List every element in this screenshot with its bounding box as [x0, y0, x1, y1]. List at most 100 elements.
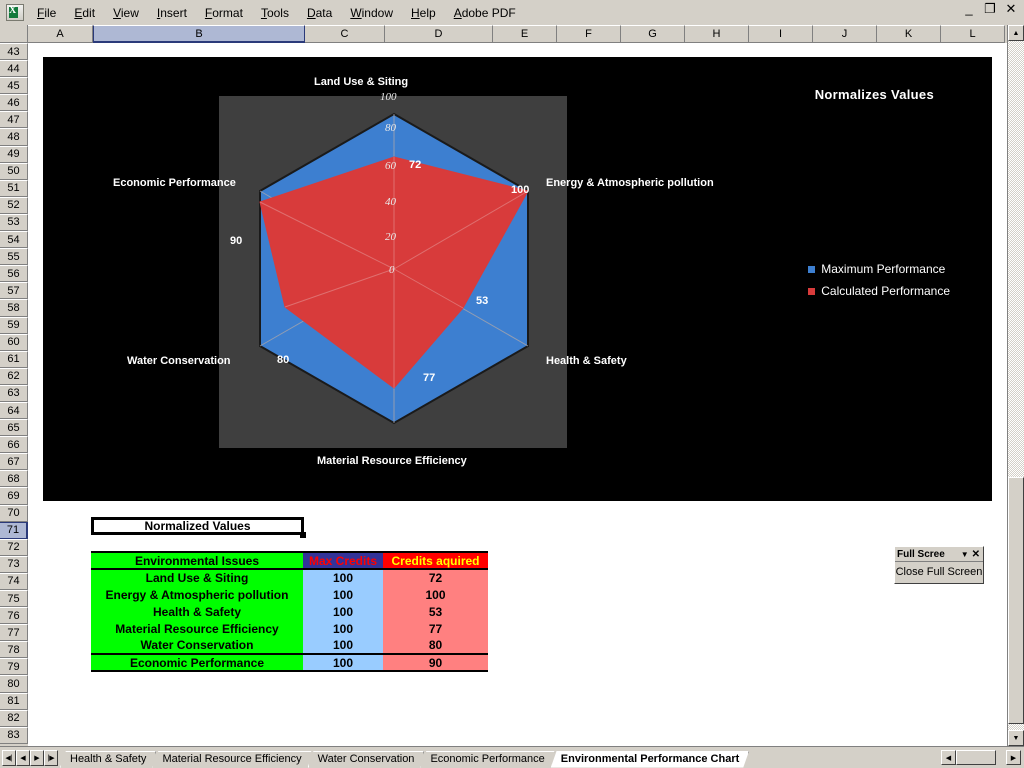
- row-header-83[interactable]: 83: [0, 726, 28, 744]
- first-sheet-icon[interactable]: ◀|: [2, 749, 16, 766]
- row-header-55[interactable]: 55: [0, 248, 28, 266]
- cell-issue[interactable]: Material Resource Efficiency: [91, 620, 303, 637]
- table-row[interactable]: Land Use & Siting 100 72: [91, 569, 488, 586]
- menu-item-insert[interactable]: Insert: [149, 3, 195, 23]
- row-header-58[interactable]: 58: [0, 299, 28, 317]
- menu-item-window[interactable]: Window: [342, 3, 401, 23]
- menu-item-adobe-pdf[interactable]: Adobe PDF: [446, 3, 524, 23]
- scroll-down-button[interactable]: ▼: [1008, 730, 1024, 746]
- cell-max[interactable]: 100: [303, 620, 383, 637]
- row-header-66[interactable]: 66: [0, 436, 28, 454]
- column-header-b[interactable]: B: [93, 25, 305, 43]
- row-header-54[interactable]: 54: [0, 231, 28, 249]
- row-header-67[interactable]: 67: [0, 453, 28, 471]
- row-header-81[interactable]: 81: [0, 692, 28, 710]
- chevron-down-icon[interactable]: ▼: [961, 550, 972, 559]
- cell-max[interactable]: 100: [303, 586, 383, 603]
- cell-acquired[interactable]: 77: [383, 620, 488, 637]
- row-header-56[interactable]: 56: [0, 265, 28, 283]
- row-header-49[interactable]: 49: [0, 145, 28, 163]
- legend-item-maximum-performance[interactable]: Maximum Performance: [807, 262, 950, 276]
- row-header-68[interactable]: 68: [0, 470, 28, 488]
- hscroll-left-button[interactable]: ◀: [941, 750, 956, 765]
- row-header-50[interactable]: 50: [0, 162, 28, 180]
- row-header-82[interactable]: 82: [0, 709, 28, 727]
- cell-issue[interactable]: Energy & Atmospheric pollution: [91, 586, 303, 603]
- row-header-73[interactable]: 73: [0, 555, 28, 573]
- table-row[interactable]: Material Resource Efficiency 100 77: [91, 620, 488, 637]
- horizontal-scrollbar[interactable]: ◀ ▶: [941, 750, 1021, 765]
- row-header-80[interactable]: 80: [0, 675, 28, 693]
- row-header-61[interactable]: 61: [0, 350, 28, 368]
- sheet-tab-material-resource-efficiency[interactable]: Material Resource Efficiency: [152, 751, 311, 768]
- sheet-tab-environmental-performance-chart[interactable]: Environmental Performance Chart: [551, 751, 750, 768]
- hscroll-right-button[interactable]: ▶: [1006, 750, 1021, 765]
- cell-max[interactable]: 100: [303, 569, 383, 586]
- full-screen-toolbar-titlebar[interactable]: Full Scree ▼ ✕: [895, 547, 983, 562]
- row-header-64[interactable]: 64: [0, 401, 28, 420]
- cell-acquired[interactable]: 90: [383, 653, 488, 672]
- table-row[interactable]: Health & Safety 100 53: [91, 603, 488, 620]
- column-header-c[interactable]: C: [305, 25, 385, 43]
- sheet-tab-health-safety[interactable]: Health & Safety: [60, 751, 156, 768]
- row-header-79[interactable]: 79: [0, 658, 28, 676]
- vertical-scroll-track[interactable]: [1008, 41, 1024, 730]
- close-icon[interactable]: ✕: [972, 549, 983, 560]
- row-header-53[interactable]: 53: [0, 213, 28, 232]
- full-screen-toolbar[interactable]: Full Scree ▼ ✕ Close Full Screen: [894, 546, 984, 584]
- row-header-60[interactable]: 60: [0, 333, 28, 351]
- close-full-screen-button[interactable]: Close Full Screen: [895, 562, 983, 582]
- horizontal-scroll-thumb[interactable]: [956, 750, 996, 765]
- row-header-63[interactable]: 63: [0, 384, 28, 402]
- next-sheet-icon[interactable]: ▶: [30, 749, 44, 766]
- row-header-51[interactable]: 51: [0, 179, 28, 197]
- row-header-62[interactable]: 62: [0, 367, 28, 385]
- restore-icon[interactable]: ❐: [983, 2, 997, 15]
- row-header-76[interactable]: 76: [0, 607, 28, 625]
- row-header-52[interactable]: 52: [0, 196, 28, 214]
- sheet-tab-water-conservation[interactable]: Water Conservation: [308, 751, 425, 768]
- column-header-k[interactable]: K: [877, 25, 941, 43]
- selected-cell-normalized-values[interactable]: Normalized Values: [91, 517, 304, 535]
- column-header-d[interactable]: D: [385, 25, 493, 43]
- minimize-icon[interactable]: _: [962, 2, 976, 15]
- menu-item-file[interactable]: File: [29, 3, 64, 23]
- row-header-65[interactable]: 65: [0, 419, 28, 437]
- column-header-h[interactable]: H: [685, 25, 749, 43]
- legend-item-calculated-performance[interactable]: Calculated Performance: [807, 284, 950, 298]
- table-row[interactable]: Energy & Atmospheric pollution 100 100: [91, 586, 488, 603]
- menu-item-data[interactable]: Data: [299, 3, 340, 23]
- scroll-up-button[interactable]: ▲: [1008, 25, 1024, 41]
- menu-item-format[interactable]: Format: [197, 3, 251, 23]
- embedded-radar-chart[interactable]: Normalizes Values 100 80 60 40 20 0 72 1…: [43, 57, 992, 501]
- cell-max[interactable]: 100: [303, 653, 383, 672]
- cell-acquired[interactable]: 53: [383, 603, 488, 620]
- column-header-f[interactable]: F: [557, 25, 621, 43]
- close-icon[interactable]: ✕: [1004, 2, 1018, 15]
- column-header-i[interactable]: I: [749, 25, 813, 43]
- cell-issue[interactable]: Land Use & Siting: [91, 569, 303, 586]
- cell-acquired[interactable]: 100: [383, 586, 488, 603]
- table-row[interactable]: Water Conservation 100 80: [91, 637, 488, 654]
- row-header-71[interactable]: 71: [0, 521, 28, 539]
- row-header-45[interactable]: 45: [0, 77, 28, 95]
- row-header-48[interactable]: 48: [0, 128, 28, 146]
- menu-item-help[interactable]: Help: [403, 3, 444, 23]
- cell-issue[interactable]: Economic Performance: [91, 653, 303, 672]
- column-header-l[interactable]: L: [941, 25, 1005, 43]
- sheet-tab-economic-performance[interactable]: Economic Performance: [420, 751, 554, 768]
- cell-max[interactable]: 100: [303, 637, 383, 654]
- row-header-78[interactable]: 78: [0, 641, 28, 659]
- table-row[interactable]: Economic Performance 100 90: [91, 653, 488, 672]
- column-header-a[interactable]: A: [28, 25, 93, 43]
- select-all-corner[interactable]: [0, 25, 28, 43]
- row-header-69[interactable]: 69: [0, 487, 28, 505]
- row-header-43[interactable]: 43: [0, 43, 28, 61]
- row-header-74[interactable]: 74: [0, 572, 28, 590]
- cell-issue[interactable]: Health & Safety: [91, 603, 303, 620]
- horizontal-scroll-track[interactable]: [956, 750, 1000, 765]
- fill-handle[interactable]: [300, 532, 306, 538]
- prev-sheet-icon[interactable]: ◀: [16, 749, 30, 766]
- cell-acquired[interactable]: 80: [383, 637, 488, 654]
- row-header-59[interactable]: 59: [0, 316, 28, 334]
